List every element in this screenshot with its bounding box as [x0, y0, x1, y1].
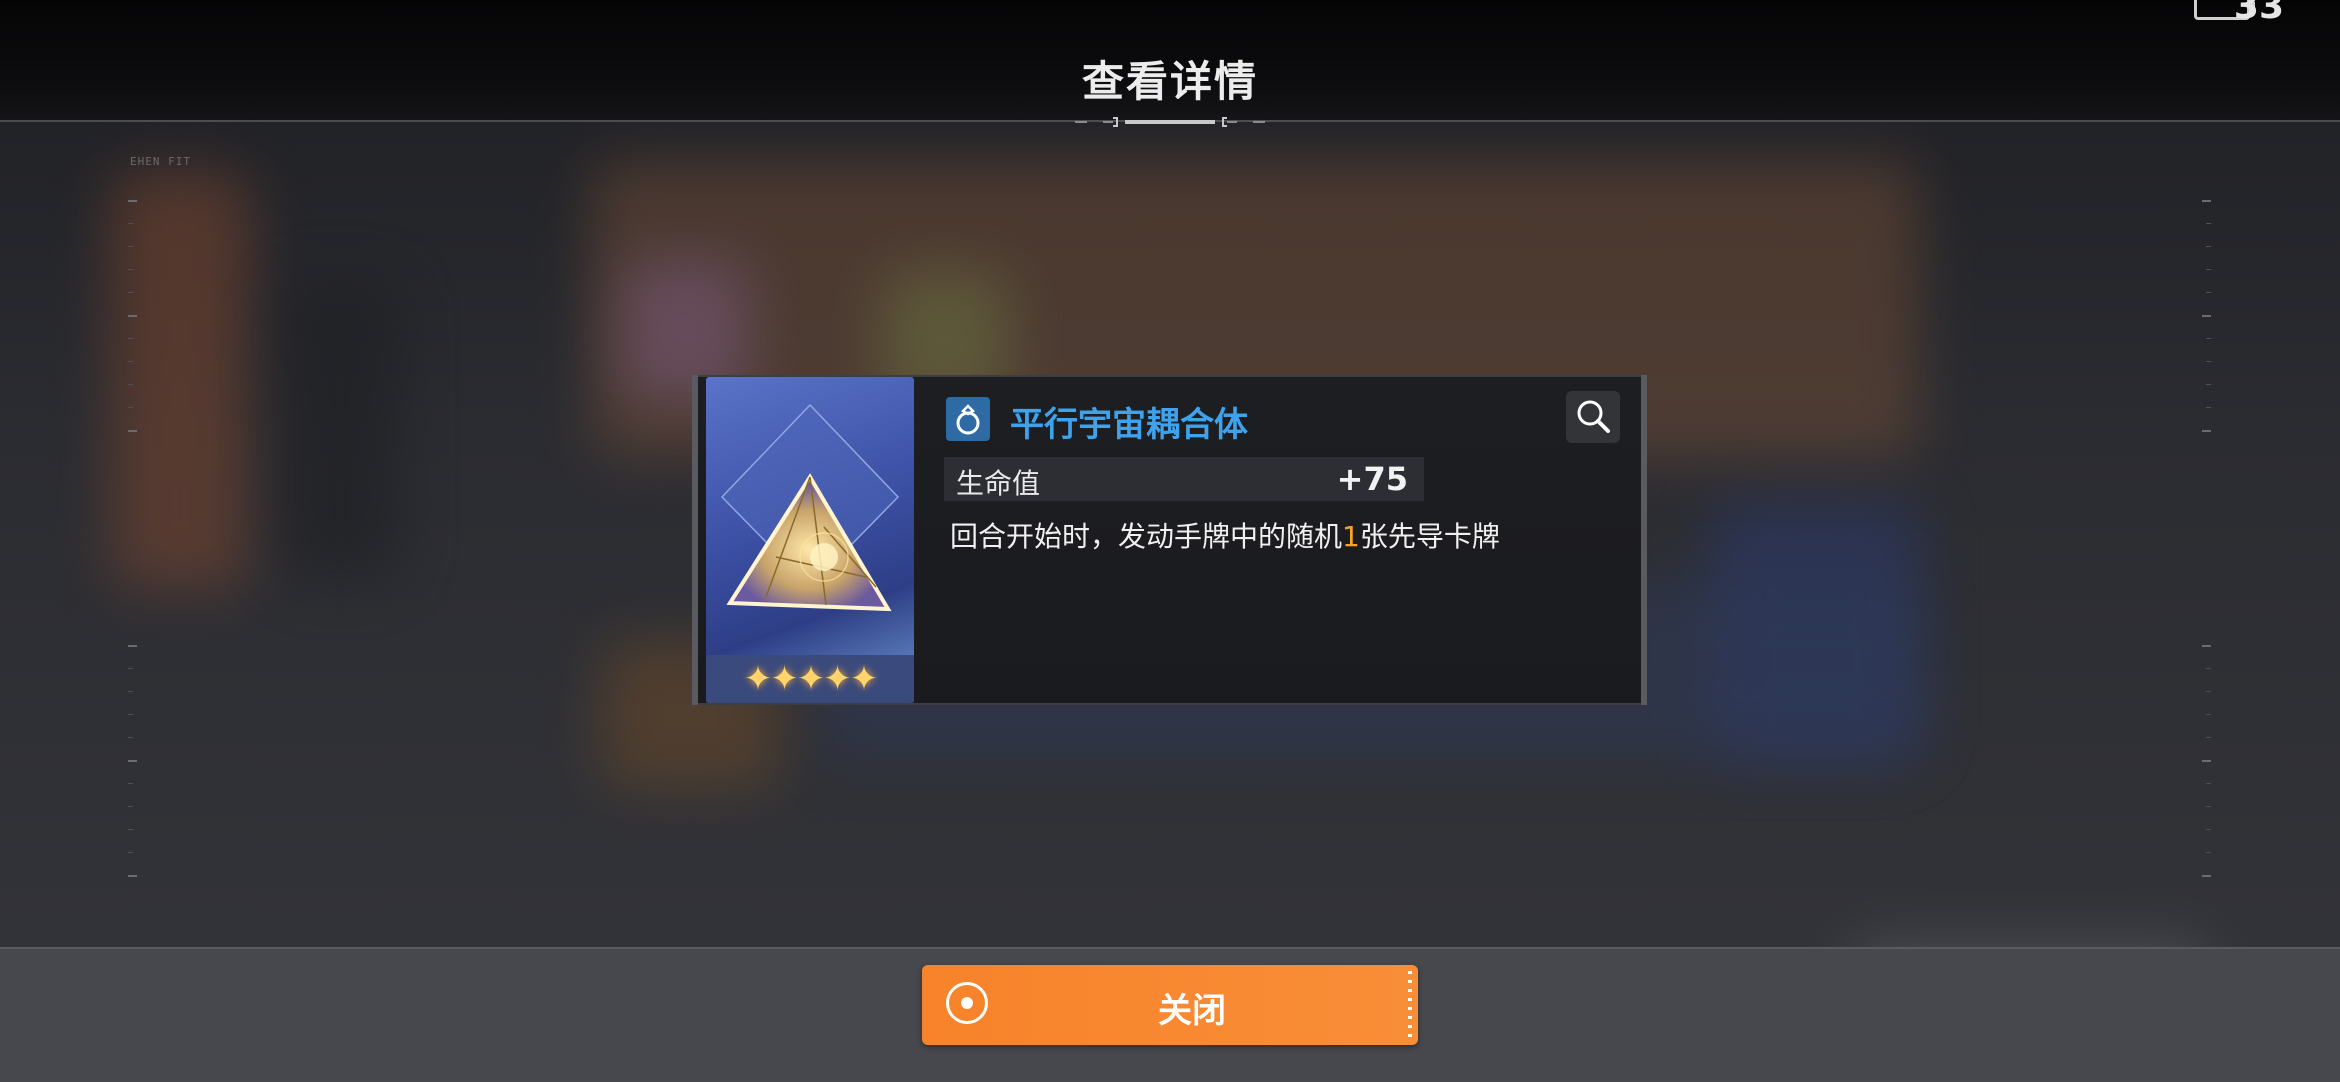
stat-row: 生命值 +75	[944, 457, 1424, 501]
close-button-label: 关闭	[1158, 991, 1226, 1031]
page-title: 查看详情	[1081, 57, 1258, 106]
pyramid-relic-icon	[720, 403, 900, 612]
battery-level: 33	[2233, 0, 2284, 27]
ring-icon	[946, 397, 990, 441]
item-description: 回合开始时，发动手牌中的随机1张先导卡牌	[950, 515, 1500, 555]
top-bar: 33 查看详情	[0, 0, 2340, 127]
right-tick-scale	[2202, 200, 2211, 880]
stat-value: +75	[1336, 460, 1408, 498]
description-text: 张先导卡牌	[1359, 520, 1500, 553]
search-icon	[1577, 400, 1610, 433]
title-ornament-icon	[1075, 117, 1265, 127]
left-tick-scale	[128, 200, 137, 880]
frame-label: EHEN FIT	[130, 155, 191, 168]
stat-label: 生命值	[956, 467, 1041, 500]
description-text: 回合开始时，发动手牌中的随机	[950, 520, 1343, 553]
item-artwork: ✦✦✦✦✦	[706, 377, 914, 703]
close-button[interactable]: 关闭	[922, 965, 1418, 1045]
description-highlight: 1	[1342, 520, 1360, 553]
button-edge-deco	[1408, 971, 1412, 1039]
inspect-button[interactable]	[1566, 391, 1620, 443]
item-detail-card: ✦✦✦✦✦ 平行宇宙耦合体 生命值 +75 回合开始时，发动手牌中的随机1张先导…	[692, 375, 1647, 705]
bg-blob	[280, 280, 400, 580]
rarity-stars: ✦✦✦✦✦	[743, 659, 878, 699]
item-name: 平行宇宙耦合体	[1010, 405, 1248, 445]
